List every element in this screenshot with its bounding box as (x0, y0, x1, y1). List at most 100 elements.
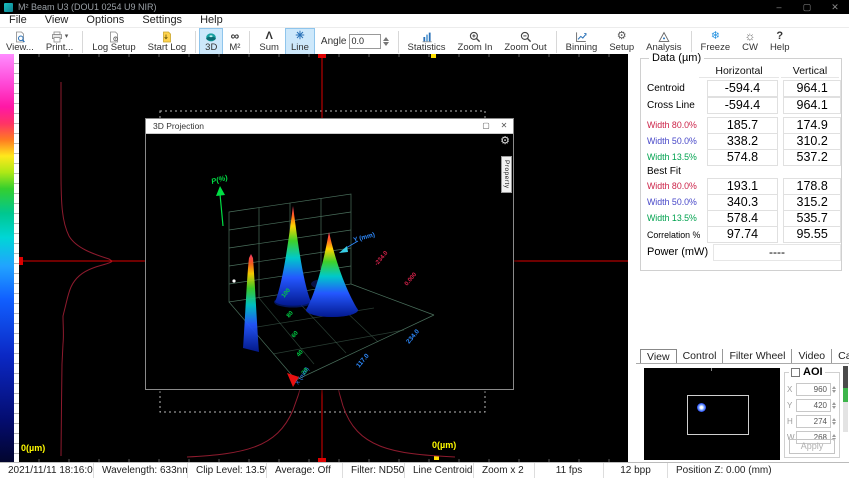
crosshair-left-marker[interactable] (19, 257, 23, 265)
setup-button[interactable]: ⚙ Setup (603, 28, 640, 55)
top-ruler-marker (431, 54, 436, 58)
statistics-button[interactable]: Statistics (402, 28, 452, 55)
preview-aoi-rect[interactable] (687, 395, 749, 435)
angle-input[interactable]: 0.0 (349, 34, 381, 49)
tab-video[interactable]: Video (792, 349, 832, 363)
aoi-field-label: X (787, 385, 796, 394)
row-label: Width 50.0% (641, 197, 707, 207)
table-row: Width 13.5% 574.8 537.2 (641, 149, 841, 165)
table-row: Correlation % 97.74 95.55 (641, 226, 841, 243)
spin-up-icon[interactable] (383, 37, 389, 41)
tool-label: Line (291, 43, 309, 53)
tool-label: 3D (205, 43, 217, 53)
panel-scrollbar[interactable] (843, 366, 848, 432)
menu-file[interactable]: File (0, 14, 36, 27)
preview-beam-spot (697, 403, 706, 412)
projection-settings-gear-icon[interactable]: ⚙ (500, 135, 510, 147)
tool-label: Sum (259, 43, 279, 53)
tab-filter-wheel[interactable]: Filter Wheel (723, 349, 792, 363)
aoi-field-label: H (787, 417, 796, 426)
window-title: M² Beam U3 (DOU1 0254 U9 NIR) (18, 2, 157, 12)
tool-label: Statistics (408, 43, 446, 53)
tool-label: Print... (46, 43, 73, 53)
zoom-out-button[interactable]: Zoom Out (498, 28, 552, 55)
x-tick: -234.0 (374, 250, 390, 267)
data-rows: Centroid -594.4 964.1 Cross Line -594.4 … (641, 80, 841, 261)
section-label: Best Fit (641, 166, 707, 177)
view-report-button[interactable]: View... (0, 28, 40, 55)
z-tick: 80 (286, 310, 295, 319)
row-value-vertical: 964.1 (783, 80, 841, 97)
m2-button[interactable]: ∞ M² (223, 28, 246, 55)
toolbar-separator (82, 31, 83, 53)
aoi-apply-button[interactable]: Apply (789, 439, 835, 454)
binning-button[interactable]: Binning (560, 28, 604, 55)
log-setup-button[interactable]: Log Setup (86, 28, 141, 55)
aoi-y-spinner[interactable] (832, 402, 836, 409)
tab-control[interactable]: Control (677, 349, 724, 363)
zoom-in-button[interactable]: Zoom In (452, 28, 499, 55)
projection-title-bar[interactable]: 3D Projection ▢ ✕ (146, 119, 513, 134)
menu-help[interactable]: Help (191, 14, 232, 27)
aoi-x-spinner[interactable] (832, 386, 836, 393)
projection-window: 3D Projection ▢ ✕ (145, 118, 514, 390)
help-button[interactable]: ? Help (764, 28, 796, 55)
tool-label: View... (6, 43, 34, 53)
aoi-field-y: Y 420 (785, 398, 839, 413)
spin-down-icon[interactable] (383, 42, 389, 46)
analysis-button[interactable]: Analysis (640, 28, 687, 55)
menu-settings[interactable]: Settings (133, 14, 191, 27)
row-value-vertical: 535.7 (783, 210, 841, 227)
tab-view[interactable]: View (640, 349, 677, 364)
table-row: Width 50.0% 338.2 310.2 (641, 133, 841, 149)
camera-preview[interactable] (644, 368, 780, 460)
row-label: Width 13.5% (641, 213, 707, 223)
table-row: Centroid -594.4 964.1 (641, 80, 841, 97)
maximize-button[interactable]: ▢ (793, 0, 821, 14)
aoi-x-input[interactable]: 960 (796, 383, 831, 396)
projection-close-button[interactable]: ✕ (495, 119, 513, 133)
tool-label: Log Setup (92, 43, 135, 53)
row-label: Width 13.5% (641, 152, 707, 162)
aoi-y-input[interactable]: 420 (796, 399, 831, 412)
sum-button[interactable]: Λ Sum (253, 28, 285, 55)
aoi-checkbox[interactable] (791, 368, 800, 377)
tool-label: CW (742, 43, 758, 53)
tool-label: Start Log (148, 43, 187, 53)
aoi-legend: AOI (789, 366, 825, 378)
vertical-column-header: Vertical (781, 65, 839, 78)
3d-button[interactable]: 3D (199, 28, 223, 55)
menu-view[interactable]: View (36, 14, 78, 27)
x-axis-label: X (mm) (295, 367, 311, 387)
angle-spinner[interactable] (383, 37, 389, 46)
status-wavelength: Wavelength: 633nm (94, 463, 188, 478)
bottom-ruler-marker (434, 456, 439, 460)
freeze-button[interactable]: ❄ Freeze (695, 28, 737, 55)
crosshair-top-marker[interactable] (318, 54, 326, 58)
aoi-h-spinner[interactable] (832, 418, 836, 425)
property-panel-tab[interactable]: Property (501, 156, 512, 193)
tool-label: Zoom Out (504, 43, 546, 53)
scrollbar-thumb[interactable] (843, 366, 848, 388)
start-log-button[interactable]: Start Log (142, 28, 193, 55)
status-filter: Filter: ND500 (343, 463, 405, 478)
status-clip-level: Clip Level: 13.5% (188, 463, 267, 478)
tool-label: Zoom In (458, 43, 493, 53)
print-button[interactable]: ▾ Print... (40, 28, 79, 55)
projection-maximize-button[interactable]: ▢ (477, 119, 495, 133)
line-button[interactable]: ✳ Line (285, 28, 315, 55)
aoi-h-input[interactable]: 274 (796, 415, 831, 428)
status-bar: 2021/11/11 18:16:08 Wavelength: 633nm Cl… (0, 462, 849, 478)
row-value-horizontal: 574.8 (707, 149, 779, 166)
menu-options[interactable]: Options (77, 14, 133, 27)
scrollbar-indicator (843, 388, 848, 402)
close-button[interactable]: ✕ (821, 0, 849, 14)
row-label: Correlation % (641, 230, 707, 240)
row-value-vertical: 964.1 (783, 97, 841, 114)
tab-calculation[interactable]: Calculation (832, 349, 849, 363)
toolbar-separator (556, 31, 557, 53)
toolbar: View... ▾ Print... Log Setup Start Log 3… (0, 27, 849, 56)
status-position-z: Position Z: 0.00 (mm) (668, 463, 849, 478)
minimize-button[interactable]: – (765, 0, 793, 14)
cw-button[interactable]: ☼ CW (736, 28, 764, 55)
